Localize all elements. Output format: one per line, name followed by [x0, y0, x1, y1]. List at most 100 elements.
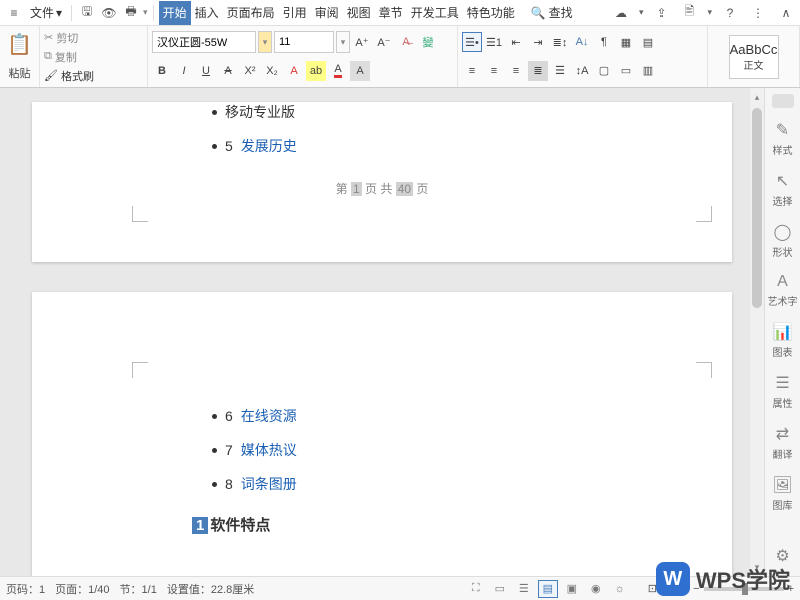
side-item-gallery[interactable]: 🖼图库 — [765, 471, 800, 516]
view-read-icon[interactable]: ▣ — [562, 580, 582, 598]
panel-grip-icon[interactable] — [772, 94, 794, 108]
zoom-slider[interactable] — [704, 587, 784, 591]
side-item-wordart[interactable]: A艺术字 — [765, 269, 800, 312]
clear-format-button[interactable]: A̶ — [396, 32, 416, 52]
fullscreen-icon[interactable]: ⛶ — [466, 580, 486, 598]
italic-button[interactable]: I — [174, 61, 194, 81]
print-icon[interactable]: 🖶 — [121, 3, 141, 23]
numbering-button[interactable]: ☰1 — [484, 32, 504, 52]
bold-button[interactable]: B — [152, 61, 172, 81]
sort-button[interactable]: A↓ — [572, 32, 592, 52]
page-border-button[interactable]: ▭ — [616, 61, 636, 81]
chevron-down-icon[interactable]: ▾ — [707, 7, 712, 18]
tab-special[interactable]: 特色功能 — [463, 1, 519, 25]
bullets-button[interactable]: ☰• — [462, 32, 482, 52]
search-button[interactable]: 🔍 查找 — [531, 4, 573, 21]
save-icon[interactable]: 🖫 — [77, 3, 97, 23]
file-menu[interactable]: 文件 ▾ — [26, 4, 66, 21]
align-center-button[interactable]: ≡ — [484, 61, 504, 81]
justify-button[interactable]: ≣ — [528, 61, 548, 81]
shading-button[interactable]: ▢ — [594, 61, 614, 81]
font-size-select[interactable] — [274, 31, 334, 53]
line-spacing-button[interactable]: ≣↕ — [550, 32, 570, 52]
vertical-scrollbar[interactable]: ▴ ▾ — [750, 88, 764, 576]
shrink-font-button[interactable]: A⁻ — [374, 32, 394, 52]
style-normal[interactable]: AaBbCc 正文 — [729, 35, 779, 79]
tab-chapter[interactable]: 章节 — [375, 1, 407, 25]
list-item-link[interactable]: 在线资源 — [241, 406, 297, 426]
view-focus-icon[interactable]: ◉ — [586, 580, 606, 598]
phonetic-guide-button[interactable]: 變 — [418, 32, 438, 52]
view-print-icon[interactable]: ▭ — [490, 580, 510, 598]
strike-button[interactable]: A — [218, 61, 238, 81]
side-item-select[interactable]: ↖选择 — [765, 167, 800, 212]
status-pages[interactable]: 页面：1/40 — [55, 581, 109, 597]
status-setting[interactable]: 设置值：22.8厘米 — [167, 581, 254, 597]
side-item-style[interactable]: ✎样式 — [765, 116, 800, 161]
align-left-button[interactable]: ≡ — [462, 61, 482, 81]
export-icon[interactable]: 🖹 — [679, 3, 699, 23]
more-icon[interactable]: ⋮ — [748, 3, 768, 23]
format-painter-button[interactable]: 🖌格式刷 — [44, 67, 143, 85]
zoom-value[interactable]: 100% — [661, 583, 689, 595]
superscript-button[interactable]: X² — [240, 61, 260, 81]
scroll-down-icon[interactable]: ▾ — [750, 560, 764, 574]
zoom-out-button[interactable]: − — [693, 583, 699, 595]
columns-button[interactable]: ▥ — [638, 61, 658, 81]
status-page[interactable]: 页码：1 — [6, 581, 45, 597]
table-button[interactable]: ▤ — [638, 32, 658, 52]
zoom-in-button[interactable]: + — [788, 583, 794, 595]
chevron-down-icon[interactable]: ▾ — [258, 31, 272, 53]
list-item-link[interactable]: 媒体热议 — [241, 440, 297, 460]
view-web-icon[interactable]: ▤ — [538, 580, 558, 598]
side-item-settings[interactable]: ⚙ — [765, 542, 800, 570]
increase-indent-button[interactable]: ⇥ — [528, 32, 548, 52]
zoom-fit-icon[interactable]: ⊡ — [648, 582, 657, 595]
text-effects-button[interactable]: A — [284, 61, 304, 81]
tab-review[interactable]: 审阅 — [311, 1, 343, 25]
chevron-down-icon[interactable]: ▾ — [143, 7, 148, 18]
share-icon[interactable]: ⇪ — [651, 3, 671, 23]
grow-font-button[interactable]: A⁺ — [352, 32, 372, 52]
copy-button[interactable]: ⧉复制 — [44, 48, 143, 66]
cloud-icon[interactable]: ☁ — [611, 3, 631, 23]
font-color-button[interactable]: A — [328, 61, 348, 81]
view-outline-icon[interactable]: ☰ — [514, 580, 534, 598]
side-item-translate[interactable]: ⇄翻译 — [765, 420, 800, 465]
show-marks-button[interactable]: ¶ — [594, 32, 614, 52]
list-item-link[interactable]: 发展历史 — [241, 136, 297, 156]
side-item-props[interactable]: ☰属性 — [765, 369, 800, 414]
paste-label[interactable]: 粘贴 — [9, 65, 31, 81]
char-shading-button[interactable]: A — [350, 61, 370, 81]
list-item-link[interactable]: 词条图册 — [241, 474, 297, 494]
tab-dev-tools[interactable]: 开发工具 — [407, 1, 463, 25]
text-direction-button[interactable]: ↕A — [572, 61, 592, 81]
tab-page-layout[interactable]: 页面布局 — [223, 1, 279, 25]
tab-insert[interactable]: 插入 — [191, 1, 223, 25]
zoom-thumb[interactable] — [742, 583, 748, 595]
borders-button[interactable]: ▦ — [616, 32, 636, 52]
cut-button[interactable]: ✂剪切 — [44, 29, 143, 47]
side-item-chart[interactable]: 📊图表 — [765, 318, 800, 363]
tab-references[interactable]: 引用 — [279, 1, 311, 25]
tab-home[interactable]: 开始 — [159, 1, 191, 25]
decrease-indent-button[interactable]: ⇤ — [506, 32, 526, 52]
app-menu-icon[interactable]: ≡ — [4, 3, 24, 23]
subscript-button[interactable]: X₂ — [262, 61, 282, 81]
chevron-down-icon[interactable]: ▾ — [336, 31, 350, 53]
document-area[interactable]: 移动专业版 5 发展历史 第 1 页 共 40 页 6 在线资源 — [0, 88, 764, 576]
help-icon[interactable]: ? — [720, 3, 740, 23]
highlight-button[interactable]: ab — [306, 61, 326, 81]
scrollbar-thumb[interactable] — [752, 108, 762, 308]
underline-button[interactable]: U — [196, 61, 216, 81]
collapse-ribbon-icon[interactable]: ∧ — [776, 3, 796, 23]
tab-view[interactable]: 视图 — [343, 1, 375, 25]
print-preview-icon[interactable]: 👁 — [99, 3, 119, 23]
clipboard-icon[interactable]: 📋 — [7, 32, 32, 57]
distribute-button[interactable]: ☰ — [550, 61, 570, 81]
scroll-up-icon[interactable]: ▴ — [750, 90, 764, 104]
align-right-button[interactable]: ≡ — [506, 61, 526, 81]
status-section[interactable]: 节：1/1 — [120, 581, 157, 597]
side-item-shape[interactable]: ◯形状 — [765, 218, 800, 263]
font-name-select[interactable] — [152, 31, 256, 53]
